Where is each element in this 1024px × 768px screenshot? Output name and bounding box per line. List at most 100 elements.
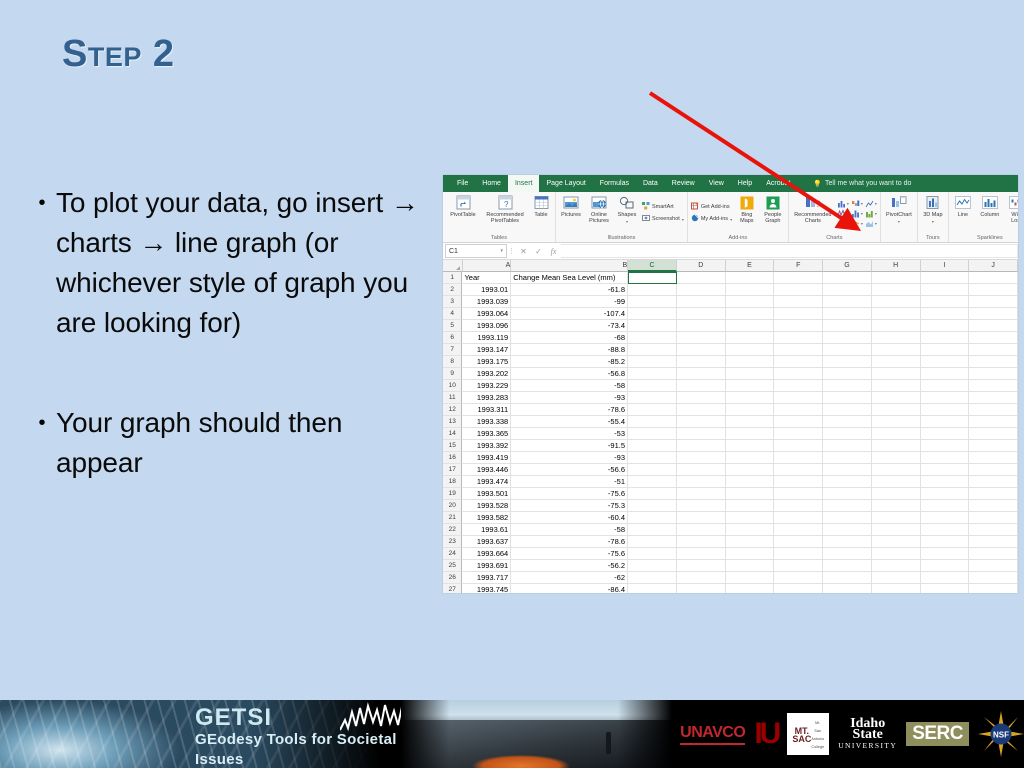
cell-a4[interactable]: 1993.064 (462, 308, 512, 320)
cell-b5[interactable]: -73.4 (511, 320, 629, 332)
tab-page-layout[interactable]: Page Layout (539, 175, 592, 192)
chevron-down-icon[interactable]: ▾ (932, 219, 934, 225)
row-header[interactable]: 23 (443, 536, 463, 548)
column-header-d[interactable]: D (676, 260, 726, 272)
tell-me-search[interactable]: 💡 Tell me what you want to do (813, 180, 911, 188)
cell-b7[interactable]: -88.8 (511, 344, 629, 356)
column-header-j[interactable]: J (969, 260, 1018, 272)
cell-H16[interactable] (871, 452, 921, 464)
cell-G9[interactable] (823, 368, 872, 380)
row-header[interactable]: 4 (443, 308, 463, 320)
cell-b25[interactable]: -56.2 (511, 560, 629, 572)
cell-E6[interactable] (725, 332, 775, 344)
cell-I2[interactable] (920, 284, 970, 296)
cell-G25[interactable] (823, 560, 872, 572)
cell-F25[interactable] (774, 560, 824, 572)
cell-J15[interactable] (969, 440, 1018, 452)
cell-J12[interactable] (969, 404, 1018, 416)
cell-H18[interactable] (871, 476, 921, 488)
row-header[interactable]: 20 (443, 500, 463, 512)
cell-E25[interactable] (725, 560, 775, 572)
table-row[interactable]: 11 1993.283 -93 (443, 392, 1018, 404)
cell-C9[interactable] (628, 368, 677, 380)
table-row[interactable]: 4 1993.064 -107.4 (443, 308, 1018, 320)
cell-J22[interactable] (969, 524, 1018, 536)
cell-b4[interactable]: -107.4 (511, 308, 629, 320)
cell-E4[interactable] (725, 308, 775, 320)
cell-b3[interactable]: -99 (511, 296, 629, 308)
cell-D3[interactable] (676, 296, 726, 308)
table-row[interactable]: 23 1993.637 -78.6 (443, 536, 1018, 548)
tab-home[interactable]: Home (475, 175, 508, 192)
cell-H25[interactable] (871, 560, 921, 572)
cell-a18[interactable]: 1993.474 (462, 476, 512, 488)
cell-C3[interactable] (628, 296, 677, 308)
cell-a15[interactable]: 1993.392 (462, 440, 512, 452)
chevron-down-icon[interactable]: ▾ (730, 217, 732, 222)
cell-C2[interactable] (628, 284, 677, 296)
cell-G5[interactable] (823, 320, 872, 332)
row-header[interactable]: 1 (443, 272, 463, 284)
table-row[interactable]: 25 1993.691 -56.2 (443, 560, 1018, 572)
column-header-b[interactable]: B (511, 260, 629, 272)
cell-J7[interactable] (969, 344, 1018, 356)
cell-H6[interactable] (871, 332, 921, 344)
table-button[interactable]: Table (530, 194, 552, 218)
cell-J4[interactable] (969, 308, 1018, 320)
cell-J26[interactable] (969, 572, 1018, 584)
cell-G10[interactable] (823, 380, 872, 392)
row-header[interactable]: 27 (443, 584, 463, 593)
cell-H2[interactable] (871, 284, 921, 296)
cell-F12[interactable] (774, 404, 824, 416)
table-row[interactable]: 24 1993.664 -75.6 (443, 548, 1018, 560)
chevron-down-icon[interactable]: ▾ (682, 217, 684, 222)
cell-I9[interactable] (920, 368, 970, 380)
cell-D14[interactable] (676, 428, 726, 440)
cell-I16[interactable] (920, 452, 970, 464)
cell-G3[interactable] (823, 296, 872, 308)
cell-H14[interactable] (871, 428, 921, 440)
cell-D11[interactable] (676, 392, 726, 404)
3d-map-button[interactable]: 3D Map ▾ (921, 194, 945, 225)
cell-H26[interactable] (871, 572, 921, 584)
cell-F15[interactable] (774, 440, 824, 452)
cell-J14[interactable] (969, 428, 1018, 440)
table-row[interactable]: 7 1993.147 -88.8 (443, 344, 1018, 356)
cell-C24[interactable] (628, 548, 677, 560)
cell-J1[interactable] (969, 272, 1018, 284)
cell-b13[interactable]: -55.4 (511, 416, 629, 428)
cell-G12[interactable] (823, 404, 872, 416)
cell-J23[interactable] (969, 536, 1018, 548)
cell-I27[interactable] (921, 584, 970, 593)
map-chart-icon[interactable]: ▾ (837, 208, 849, 218)
table-row[interactable]: 16 1993.419 -93 (443, 452, 1018, 464)
cell-D8[interactable] (676, 356, 726, 368)
cell-E16[interactable] (725, 452, 775, 464)
get-addins-button[interactable]: Get Add-ins (690, 202, 733, 213)
cell-a1[interactable]: Year (462, 272, 512, 284)
cell-G22[interactable] (823, 524, 872, 536)
cell-I24[interactable] (920, 548, 970, 560)
pivotchart-button[interactable]: PivotChart ▾ (884, 194, 914, 225)
table-row[interactable]: 8 1993.175 -85.2 (443, 356, 1018, 368)
cell-F3[interactable] (774, 296, 824, 308)
row-header[interactable]: 25 (443, 560, 463, 572)
tab-insert[interactable]: Insert (507, 175, 540, 192)
cell-a14[interactable]: 1993.365 (462, 428, 512, 440)
cell-H10[interactable] (871, 380, 921, 392)
cell-J19[interactable] (969, 488, 1018, 500)
cell-C4[interactable] (628, 308, 677, 320)
cell-E5[interactable] (725, 320, 775, 332)
cell-D20[interactable] (676, 500, 726, 512)
cell-a3[interactable]: 1993.039 (462, 296, 512, 308)
bing-maps-button[interactable]: Bing Maps (736, 194, 758, 224)
row-header[interactable]: 6 (443, 332, 463, 344)
online-pictures-button[interactable]: Online Pictures (586, 194, 612, 224)
cell-a7[interactable]: 1993.147 (462, 344, 512, 356)
column-chart-icon[interactable]: ▾ (837, 199, 849, 208)
cell-F24[interactable] (774, 548, 824, 560)
cell-a2[interactable]: 1993.01 (462, 284, 512, 296)
cell-a13[interactable]: 1993.338 (462, 416, 512, 428)
column-header-f[interactable]: F (774, 260, 824, 272)
cell-H19[interactable] (871, 488, 921, 500)
